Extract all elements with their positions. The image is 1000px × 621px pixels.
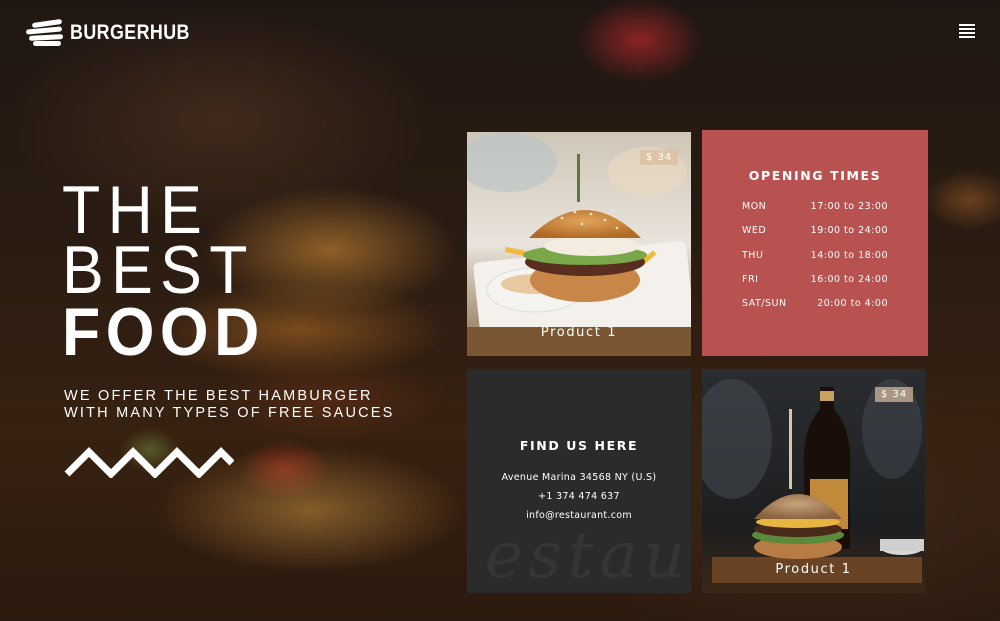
- hero-title-line-1: THE: [62, 172, 210, 248]
- burger-logo-icon: [25, 18, 64, 46]
- hours-day: THU: [742, 250, 764, 261]
- find-us-email[interactable]: info@restaurant.com: [467, 510, 691, 521]
- product-card-2[interactable]: $ 34 Product 1: [702, 369, 925, 593]
- hamburger-menu-icon[interactable]: [959, 24, 975, 38]
- hours-row: THU 14:00 to 18:00: [742, 250, 888, 261]
- brand-logo[interactable]: BURGERHUB: [25, 18, 211, 46]
- find-us-title: FIND US HERE: [519, 438, 639, 453]
- product-label: Product 1: [775, 562, 852, 577]
- product-card-1[interactable]: $ 34 Product 1: [467, 132, 691, 356]
- find-us-phone[interactable]: +1 374 474 637: [467, 491, 691, 502]
- script-watermark-decoration: estau: [485, 519, 691, 593]
- product-label: Product 1: [540, 325, 618, 340]
- hero-tagline: WE OFFER THE BEST HAMBURGER WITH MANY TY…: [64, 388, 395, 422]
- hours-row: FRI 16:00 to 24:00: [742, 274, 888, 285]
- tagline-line-2: WITH MANY TYPES OF FREE SAUCES: [64, 405, 395, 421]
- hours-day: MON: [742, 201, 767, 212]
- tagline-line-1: WE OFFER THE BEST HAMBURGER: [64, 388, 373, 404]
- hero-title-line-2: BEST: [62, 232, 255, 308]
- hours-day: SAT/SUN: [742, 298, 787, 309]
- hours-day: FRI: [742, 274, 759, 285]
- hours-row: MON 17:00 to 23:00: [742, 201, 888, 212]
- price-tag: $ 34: [640, 150, 679, 165]
- burger-photo-2: [702, 369, 925, 593]
- hours-row: WED 19:00 to 24:00: [742, 225, 888, 236]
- find-us-address: Avenue Marina 34568 NY (U.S): [501, 472, 657, 483]
- find-us-card: estau FIND US HERE Avenue Marina 34568 N…: [467, 369, 691, 593]
- brand-name: BURGERHUB: [70, 21, 190, 44]
- burger-photo-1: [467, 132, 691, 356]
- hours-row: SAT/SUN 20:00 to 4:00: [742, 298, 888, 309]
- price-tag: $ 34: [875, 387, 914, 402]
- hours-time: 16:00 to 24:00: [810, 274, 888, 285]
- hours-time: 19:00 to 24:00: [810, 225, 888, 236]
- opening-times-title: OPENING TIMES: [748, 168, 882, 183]
- zigzag-divider-icon: [64, 447, 234, 478]
- hero-title-line-3: FOOD: [62, 294, 265, 370]
- hours-time: 20:00 to 4:00: [817, 298, 888, 309]
- opening-times-card: OPENING TIMES MON 17:00 to 23:00 WED 19:…: [702, 130, 928, 356]
- hours-day: WED: [742, 225, 767, 236]
- hours-time: 17:00 to 23:00: [810, 201, 888, 212]
- hours-time: 14:00 to 18:00: [810, 250, 888, 261]
